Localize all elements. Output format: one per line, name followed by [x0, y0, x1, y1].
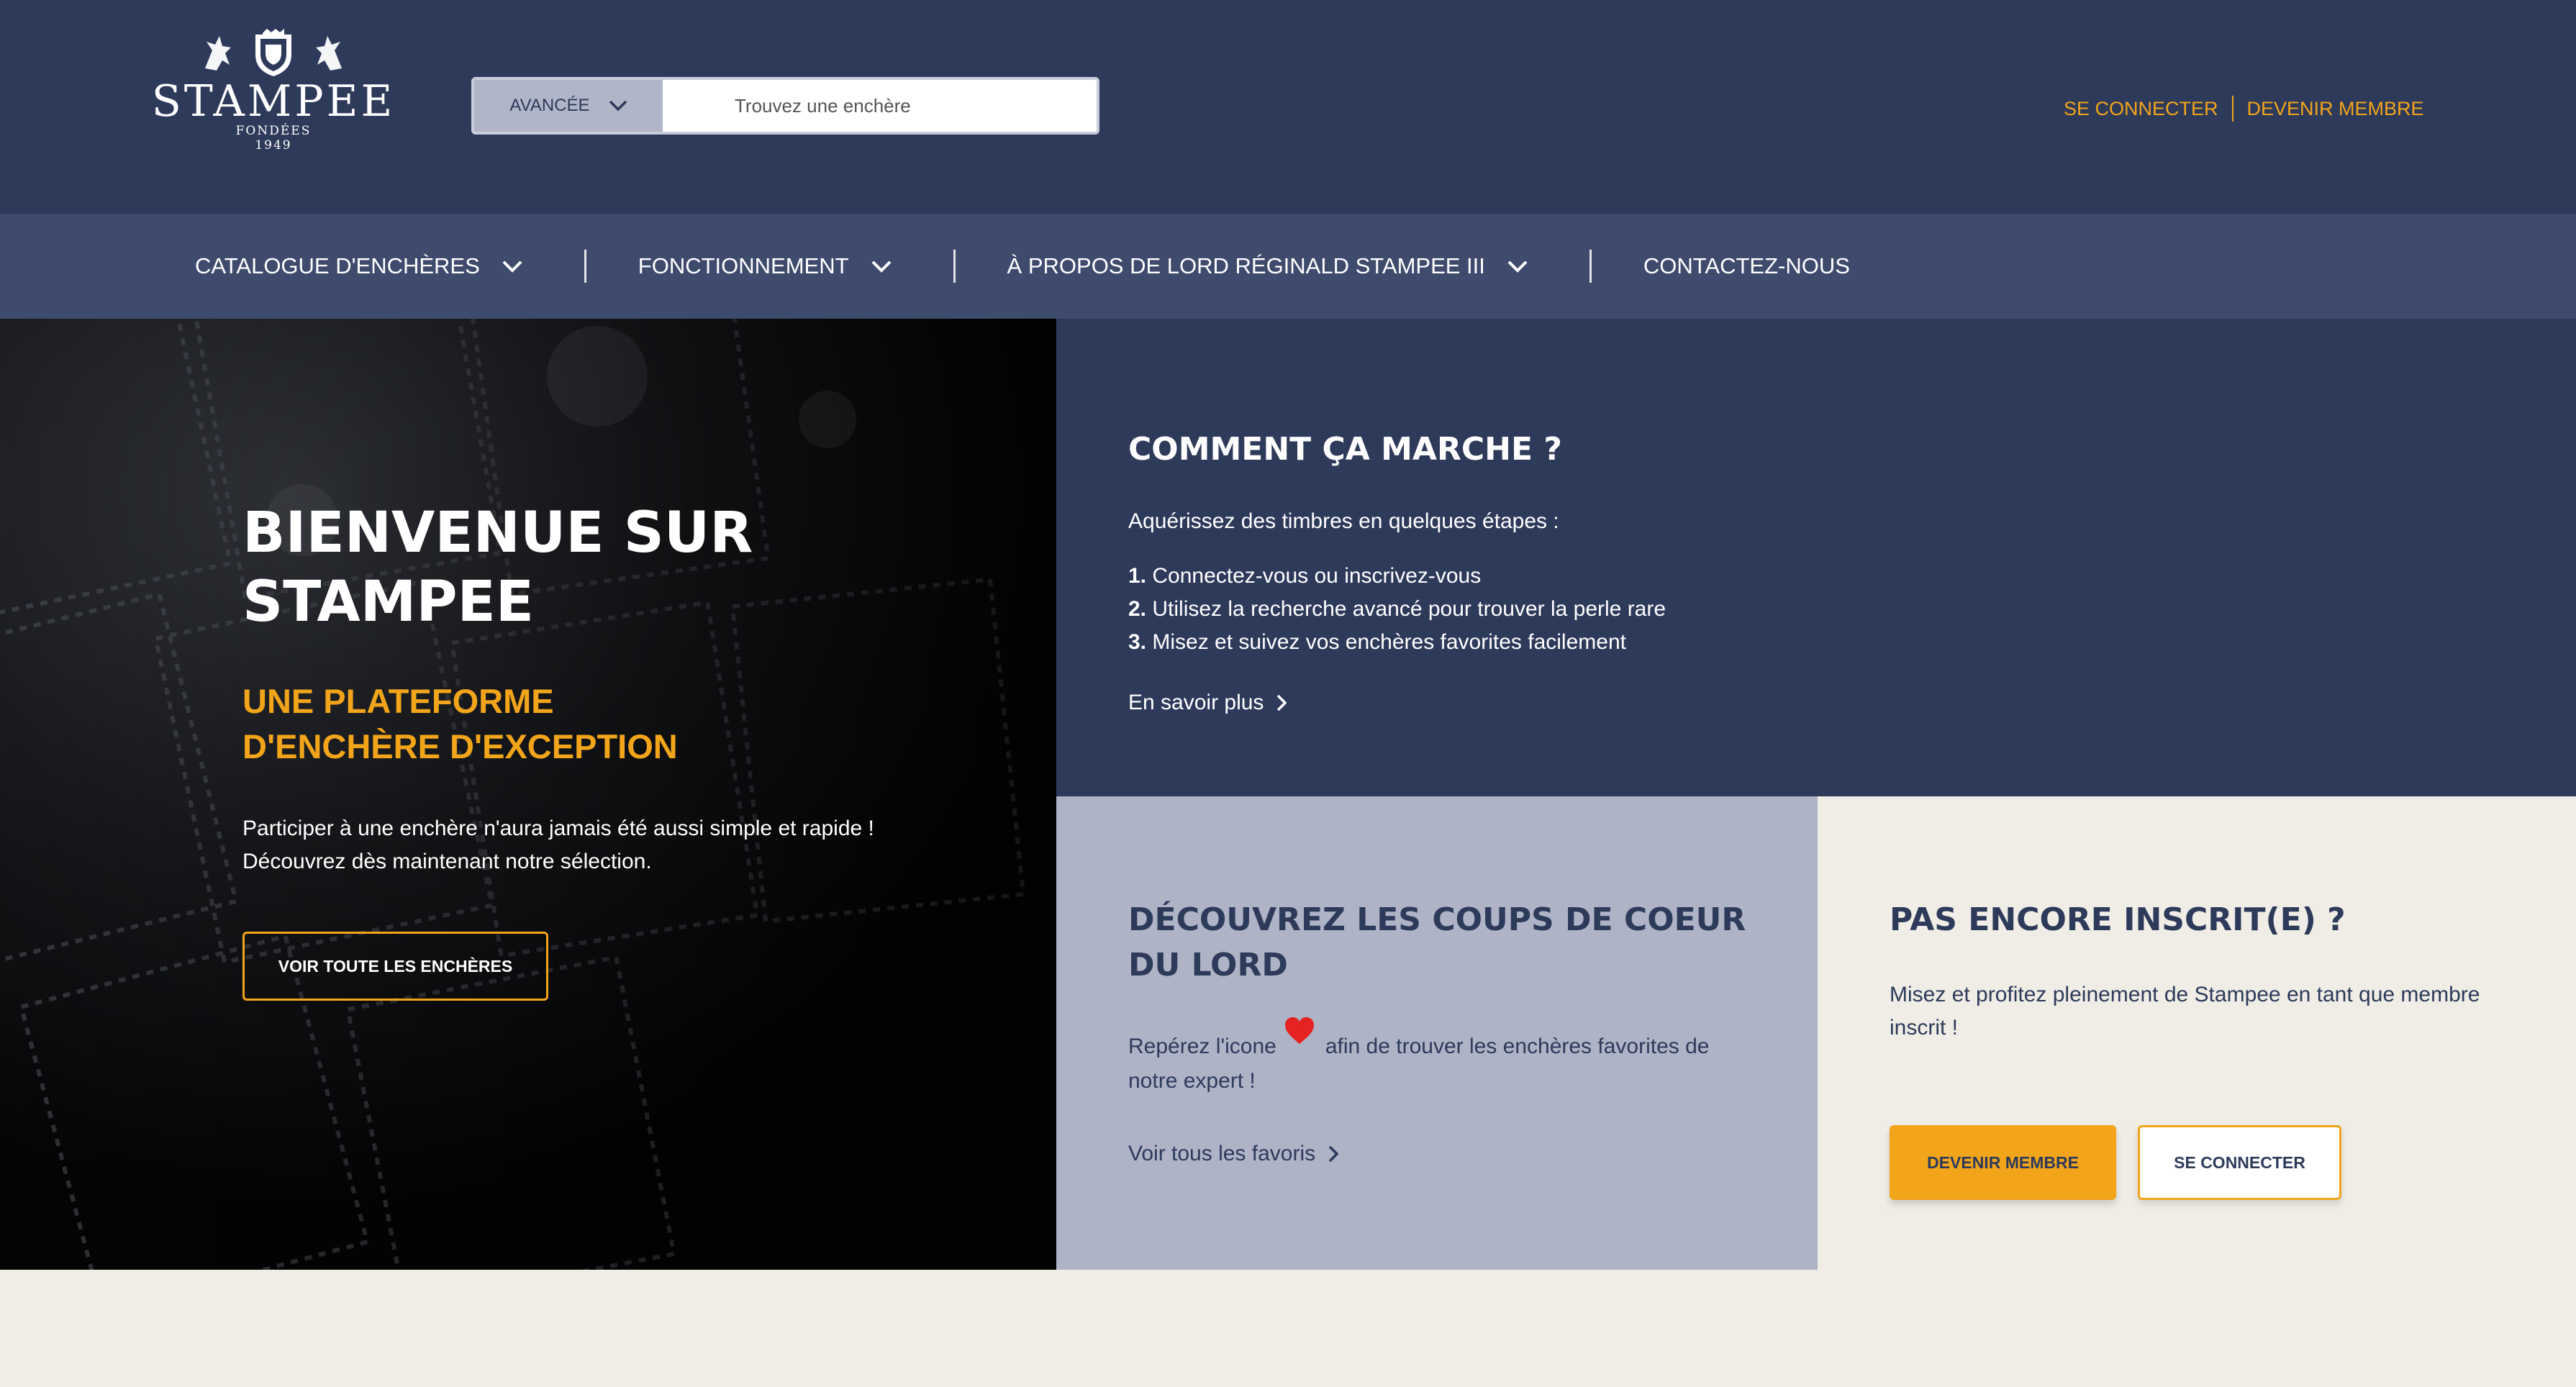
step-number: 3.: [1128, 630, 1147, 654]
chevron-down-icon: [609, 100, 627, 112]
hero-subtitle: UNE PLATEFORME D'ENCHÈRE D'EXCEPTION: [242, 682, 678, 765]
step-text: Utilisez la recherche avancé pour trouve…: [1146, 597, 1666, 621]
lord-favorites-text: Repérez l'icone afin de trouver les enchè…: [1128, 1017, 1761, 1099]
nav-item-label: FONCTIONNEMENT: [638, 253, 849, 278]
register-text: Misez et profitez pleinement de Stampee …: [1890, 983, 2480, 1040]
advanced-search-dropdown[interactable]: AVANCÉE: [474, 80, 663, 132]
search-input[interactable]: [663, 80, 1097, 132]
step-item: 2. Utilisez la recherche avancé pour tro…: [1128, 593, 1666, 626]
chevron-down-icon: [1507, 260, 1528, 273]
lord-favorites-section: DÉCOUVREZ LES COUPS DE COEUR DU LORD Rep…: [1056, 796, 1818, 1270]
become-member-button[interactable]: DEVENIR MEMBRE: [1890, 1125, 2116, 1200]
chevron-right-icon: [1277, 694, 1287, 711]
view-all-auctions-button[interactable]: VOIR TOUTE LES ENCHÈRES: [242, 932, 548, 1001]
nav-divider: [1589, 250, 1592, 283]
learn-more-label: En savoir plus: [1128, 691, 1264, 714]
nav-item-label: À PROPOS DE LORD RÉGINALD STAMPEE III: [1007, 253, 1485, 278]
view-all-favorites-label: Voir tous les favoris: [1128, 1142, 1316, 1165]
step-item: 1. Connectez-vous ou inscrivez-vous: [1128, 560, 1666, 593]
hero-description-line: Participer à une enchère n'aura jamais é…: [242, 817, 874, 840]
nav-item-catalogue[interactable]: CATALOGUE D'ENCHÈRES: [195, 253, 523, 279]
chevron-down-icon: [871, 260, 891, 273]
step-text: Misez et suivez vos enchères favorites f…: [1146, 630, 1626, 654]
hero-title: BIENVENUE SUR STAMPEE: [242, 501, 753, 635]
heart-icon: [1284, 1017, 1314, 1044]
how-it-works-section: COMMENT ÇA MARCHE ? Aquérissez des timbr…: [1056, 319, 2576, 796]
advanced-search-label: AVANCÉE: [509, 96, 590, 115]
page-bottom-area: [0, 1270, 2576, 1387]
nav-item-about[interactable]: À PROPOS DE LORD RÉGINALD STAMPEE III: [1007, 253, 1528, 279]
learn-more-link[interactable]: En savoir plus: [1128, 691, 1287, 715]
login-button[interactable]: SE CONNECTER: [2138, 1125, 2341, 1200]
register-buttons: DEVENIR MEMBRE SE CONNECTER: [1890, 1125, 2537, 1200]
step-number: 2.: [1128, 597, 1147, 621]
login-link[interactable]: SE CONNECTER: [2064, 98, 2218, 120]
search-bar: AVANCÉE: [471, 77, 1099, 135]
hero-section: BIENVENUE SUR STAMPEE UNE PLATEFORME D'E…: [0, 319, 1056, 1270]
chevron-down-icon: [502, 260, 522, 273]
nav-divider: [953, 250, 956, 283]
step-item: 3. Misez et suivez vos enchères favorite…: [1128, 626, 1666, 659]
lord-favorites-content: DÉCOUVREZ LES COUPS DE COEUR DU LORD Rep…: [1128, 897, 1776, 1166]
nav-item-label: CONTACTEZ-NOUS: [1643, 253, 1850, 278]
register-title: PAS ENCORE INSCRIT(E) ?: [1890, 901, 2346, 938]
logo-wordmark: STAMPEE: [151, 76, 396, 127]
lord-favorites-title: DÉCOUVREZ LES COUPS DE COEUR DU LORD: [1128, 901, 1746, 983]
logo-founded-year: 1949: [255, 138, 292, 153]
register-content: PAS ENCORE INSCRIT(E) ? Misez et profite…: [1890, 897, 2537, 1200]
step-text: Connectez-vous ou inscrivez-vous: [1146, 564, 1482, 588]
nav-item-contact[interactable]: CONTACTEZ-NOUS: [1643, 253, 1850, 279]
site-header: STAMPEE FONDÉES 1949 AVANCÉE SE CONNECTE…: [0, 0, 2576, 214]
site-logo[interactable]: STAMPEE FONDÉES 1949: [137, 29, 410, 173]
register-section: PAS ENCORE INSCRIT(E) ? Misez et profite…: [1818, 796, 2576, 1270]
nav-item-label: CATALOGUE D'ENCHÈRES: [195, 253, 480, 278]
favorites-text-before: Repérez l'icone: [1128, 1034, 1276, 1058]
auth-links: SE CONNECTER DEVENIR MEMBRE: [2064, 94, 2424, 123]
hero-description: Participer à une enchère n'aura jamais é…: [242, 812, 890, 878]
hero-content: BIENVENUE SUR STAMPEE UNE PLATEFORME D'E…: [242, 499, 890, 1001]
nav-item-fonctionnement[interactable]: FONCTIONNEMENT: [638, 253, 892, 279]
how-it-works-title: COMMENT ÇA MARCHE ?: [1128, 431, 1562, 468]
main-nav: CATALOGUE D'ENCHÈRES FONCTIONNEMENT À PR…: [0, 214, 2576, 319]
how-it-works-steps: 1. Connectez-vous ou inscrivez-vous 2. U…: [1128, 560, 1666, 659]
how-it-works-intro: Aquérissez des timbres en quelques étape…: [1128, 509, 1559, 533]
step-number: 1.: [1128, 564, 1147, 588]
nav-divider: [584, 250, 586, 283]
hero-description-line: Découvrez dès maintenant notre sélection…: [242, 850, 652, 873]
crest-lions-icon: [205, 29, 342, 76]
view-all-favorites-link[interactable]: Voir tous les favoris: [1128, 1142, 1339, 1166]
register-link[interactable]: DEVENIR MEMBRE: [2247, 98, 2424, 120]
how-it-works-content: COMMENT ÇA MARCHE ? Aquérissez des timbr…: [1128, 427, 1666, 715]
auth-divider: [2231, 96, 2233, 122]
chevron-right-icon: [1328, 1145, 1339, 1163]
